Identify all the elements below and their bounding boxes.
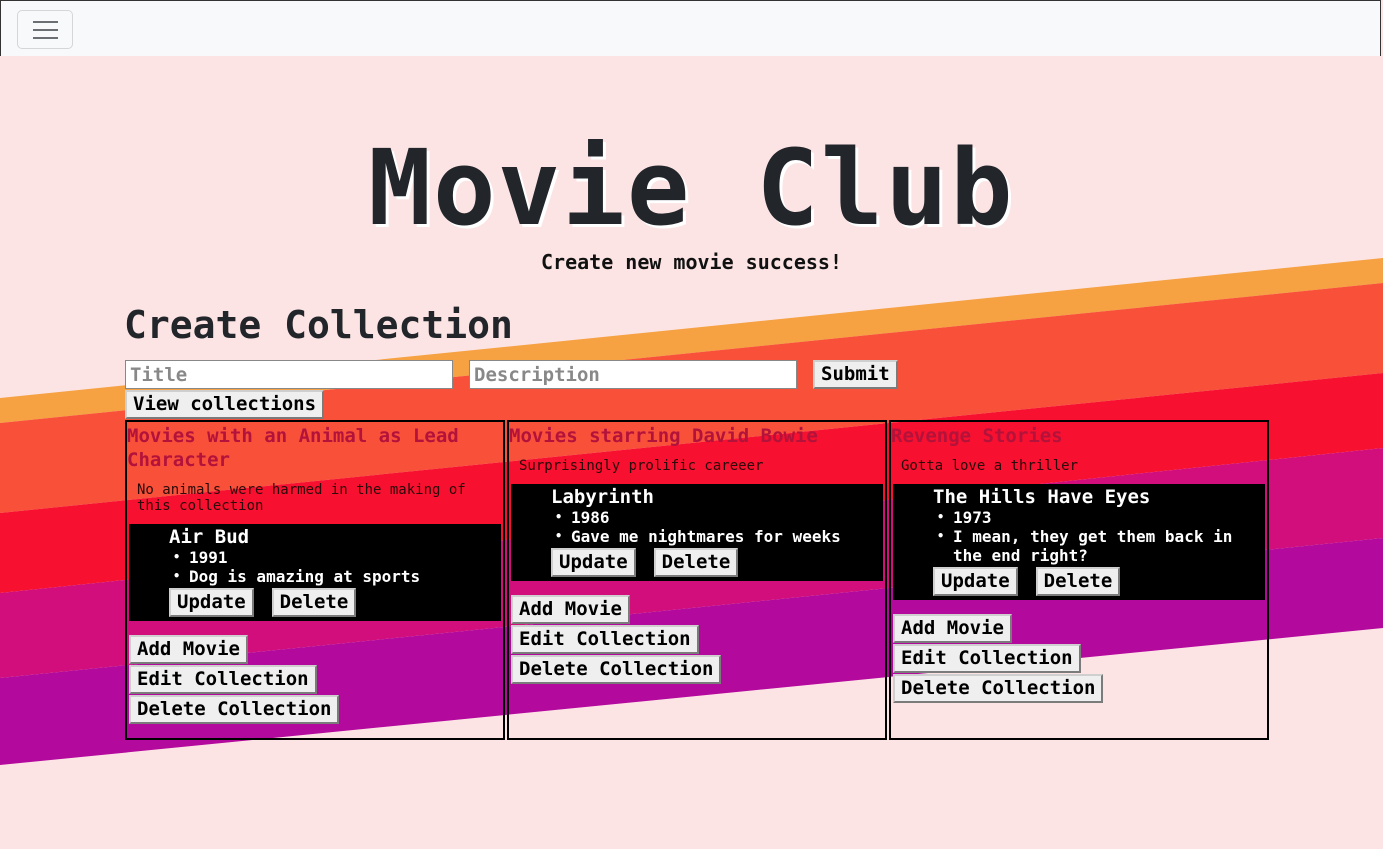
- collection-card: Movies starring David Bowie Surprisingly…: [507, 420, 887, 740]
- movie-title: The Hills Have Eyes: [933, 486, 1151, 508]
- collection-card: Revenge Stories Gotta love a thriller Th…: [889, 420, 1269, 740]
- movie-item: The Hills Have Eyes 1973 I mean, they ge…: [893, 484, 1265, 600]
- collection-actions: Add Movie Edit Collection Delete Collect…: [511, 595, 885, 684]
- delete-collection-button[interactable]: Delete Collection: [511, 655, 722, 684]
- movie-year: 1991: [169, 548, 497, 567]
- collection-description: Surprisingly prolific careeer: [519, 458, 764, 474]
- collection-actions: Add Movie Edit Collection Delete Collect…: [893, 614, 1267, 703]
- movie-note: Dog is amazing at sports: [169, 567, 497, 586]
- edit-collection-button[interactable]: Edit Collection: [511, 625, 699, 654]
- title-input[interactable]: [125, 360, 453, 389]
- movie-item: Labyrinth 1986 Gave me nightmares for we…: [511, 484, 883, 581]
- collection-card: Movies with an Animal as Lead Character …: [125, 420, 505, 740]
- description-input[interactable]: [469, 360, 797, 389]
- movie-note: Gave me nightmares for weeks: [551, 527, 879, 546]
- movie-details: 1991 Dog is amazing at sports: [169, 548, 497, 586]
- add-movie-button[interactable]: Add Movie: [129, 635, 248, 664]
- delete-collection-button[interactable]: Delete Collection: [129, 695, 340, 724]
- update-movie-button[interactable]: Update: [933, 567, 1018, 596]
- navbar-toggle-button[interactable]: [17, 10, 73, 49]
- movie-title: Labyrinth: [551, 486, 654, 508]
- view-collections-button[interactable]: View collections: [125, 390, 325, 419]
- movie-details: 1986 Gave me nightmares for weeks: [551, 508, 879, 546]
- edit-collection-button[interactable]: Edit Collection: [129, 665, 317, 694]
- hamburger-icon: [33, 37, 58, 39]
- collection-actions: Add Movie Edit Collection Delete Collect…: [129, 635, 503, 724]
- add-movie-button[interactable]: Add Movie: [511, 595, 630, 624]
- navbar: [0, 0, 1381, 56]
- movie-year: 1986: [551, 508, 879, 527]
- edit-collection-button[interactable]: Edit Collection: [893, 644, 1081, 673]
- update-movie-button[interactable]: Update: [169, 588, 254, 617]
- collection-description: Gotta love a thriller: [901, 458, 1079, 474]
- collections-list: Movies with an Animal as Lead Character …: [125, 420, 1271, 740]
- collection-title: Movies with an Animal as Lead Character: [127, 425, 459, 471]
- update-movie-button[interactable]: Update: [551, 548, 636, 577]
- collection-title: Revenge Stories: [891, 425, 1063, 447]
- movie-item: Air Bud 1991 Dog is amazing at sports Up…: [129, 524, 501, 621]
- delete-movie-button[interactable]: Delete: [653, 548, 739, 577]
- movie-actions: Update Delete: [933, 567, 1261, 596]
- delete-movie-button[interactable]: Delete: [271, 588, 357, 617]
- collection-description: No animals were harmed in the making of …: [137, 482, 466, 514]
- hamburger-icon: [33, 29, 58, 31]
- movie-actions: Update Delete: [169, 588, 497, 617]
- page-title: Movie Club: [368, 127, 1015, 249]
- create-collection-heading: Create Collection: [124, 303, 513, 347]
- status-message: Create new movie success!: [540, 250, 843, 274]
- movie-note: I mean, they get them back in the end ri…: [933, 527, 1261, 565]
- hamburger-icon: [33, 21, 58, 23]
- movie-year: 1973: [933, 508, 1261, 527]
- movie-actions: Update Delete: [551, 548, 879, 577]
- add-movie-button[interactable]: Add Movie: [893, 614, 1012, 643]
- collection-title: Movies starring David Bowie: [509, 425, 818, 447]
- submit-button[interactable]: Submit: [813, 360, 898, 389]
- movie-title: Air Bud: [169, 526, 250, 548]
- delete-collection-button[interactable]: Delete Collection: [893, 674, 1104, 703]
- movie-details: 1973 I mean, they get them back in the e…: [933, 508, 1261, 565]
- delete-movie-button[interactable]: Delete: [1035, 567, 1121, 596]
